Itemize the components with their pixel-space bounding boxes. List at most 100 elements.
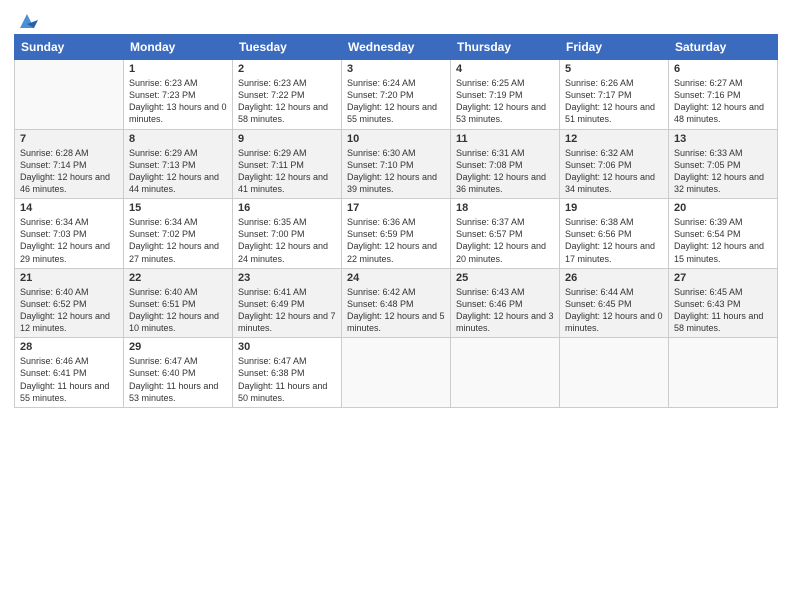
day-info: Sunrise: 6:33 AM Sunset: 7:05 PM Dayligh… [674, 147, 772, 196]
calendar-cell: 12 Sunrise: 6:32 AM Sunset: 7:06 PM Dayli… [560, 129, 669, 199]
calendar-cell: 30Sunrise: 6:47 AM Sunset: 6:38 PM Dayli… [233, 338, 342, 408]
calendar-cell: 11 Sunrise: 6:31 AM Sunset: 7:08 PM Dayli… [451, 129, 560, 199]
logo [14, 10, 38, 28]
calendar-cell [560, 338, 669, 408]
week-row-2: 7 Sunrise: 6:28 AM Sunset: 7:14 PM Daylig… [15, 129, 778, 199]
day-info: Sunrise: 6:32 AM Sunset: 7:06 PM Dayligh… [565, 147, 663, 196]
calendar-cell: 18 Sunrise: 6:37 AM Sunset: 6:57 PM Dayli… [451, 199, 560, 269]
calendar-cell: 4 Sunrise: 6:25 AM Sunset: 7:19 PM Daylig… [451, 60, 560, 130]
calendar-cell: 27 Sunrise: 6:45 AM Sunset: 6:43 PM Dayli… [669, 268, 778, 338]
day-info: Sunrise: 6:24 AM Sunset: 7:20 PM Dayligh… [347, 77, 445, 126]
calendar-cell: 16 Sunrise: 6:35 AM Sunset: 7:00 PM Dayli… [233, 199, 342, 269]
calendar-cell: 28 Sunrise: 6:46 AM Sunset: 6:41 PM Dayli… [15, 338, 124, 408]
day-number: 18 [456, 202, 554, 214]
day-number: 4 [456, 63, 554, 75]
calendar-cell [342, 338, 451, 408]
day-number: 12 [565, 133, 663, 145]
day-info: Sunrise: 6:27 AM Sunset: 7:16 PM Dayligh… [674, 77, 772, 126]
calendar-cell: 15Sunrise: 6:34 AM Sunset: 7:02 PM Dayli… [124, 199, 233, 269]
day-info: Sunrise: 6:39 AM Sunset: 6:54 PM Dayligh… [674, 216, 772, 265]
calendar: SundayMondayTuesdayWednesdayThursdayFrid… [14, 34, 778, 408]
calendar-cell [451, 338, 560, 408]
page: SundayMondayTuesdayWednesdayThursdayFrid… [0, 0, 792, 612]
week-row-1: 1 Sunrise: 6:23 AM Sunset: 7:23 PM Daylig… [15, 60, 778, 130]
calendar-cell: 1 Sunrise: 6:23 AM Sunset: 7:23 PM Daylig… [124, 60, 233, 130]
day-info: Sunrise: 6:42 AM Sunset: 6:48 PM Dayligh… [347, 286, 445, 335]
day-number: 24 [347, 272, 445, 284]
calendar-cell: 6 Sunrise: 6:27 AM Sunset: 7:16 PM Daylig… [669, 60, 778, 130]
day-number: 10 [347, 133, 445, 145]
day-number: 5 [565, 63, 663, 75]
day-number: 26 [565, 272, 663, 284]
day-info: Sunrise: 6:31 AM Sunset: 7:08 PM Dayligh… [456, 147, 554, 196]
day-number: 2 [238, 63, 336, 75]
calendar-cell: 9 Sunrise: 6:29 AM Sunset: 7:11 PM Daylig… [233, 129, 342, 199]
day-number: 1 [129, 63, 227, 75]
weekday-header-thursday: Thursday [451, 35, 560, 60]
day-number: 22 [129, 272, 227, 284]
day-number: 21 [20, 272, 118, 284]
day-info: Sunrise: 6:23 AM Sunset: 7:23 PM Dayligh… [129, 77, 227, 126]
day-info: Sunrise: 6:34 AM Sunset: 7:03 PM Dayligh… [20, 216, 118, 265]
day-info: Sunrise: 6:40 AM Sunset: 6:51 PM Dayligh… [129, 286, 227, 335]
day-number: 9 [238, 133, 336, 145]
weekday-header-tuesday: Tuesday [233, 35, 342, 60]
day-number: 11 [456, 133, 554, 145]
day-info: Sunrise: 6:45 AM Sunset: 6:43 PM Dayligh… [674, 286, 772, 335]
day-number: 28 [20, 341, 118, 353]
calendar-cell: 29 Sunrise: 6:47 AM Sunset: 6:40 PM Dayli… [124, 338, 233, 408]
day-number: 25 [456, 272, 554, 284]
day-info: Sunrise: 6:28 AM Sunset: 7:14 PM Dayligh… [20, 147, 118, 196]
day-info: Sunrise: 6:47 AM Sunset: 6:40 PM Dayligh… [129, 355, 227, 404]
calendar-cell: 7 Sunrise: 6:28 AM Sunset: 7:14 PM Daylig… [15, 129, 124, 199]
weekday-header-saturday: Saturday [669, 35, 778, 60]
logo-icon [16, 10, 38, 32]
week-row-5: 28 Sunrise: 6:46 AM Sunset: 6:41 PM Dayli… [15, 338, 778, 408]
day-number: 29 [129, 341, 227, 353]
day-info: Sunrise: 6:47 AM Sunset: 6:38 PM Dayligh… [238, 355, 336, 404]
day-info: Sunrise: 6:35 AM Sunset: 7:00 PM Dayligh… [238, 216, 336, 265]
calendar-cell: 25Sunrise: 6:43 AM Sunset: 6:46 PM Dayli… [451, 268, 560, 338]
day-info: Sunrise: 6:25 AM Sunset: 7:19 PM Dayligh… [456, 77, 554, 126]
day-number: 16 [238, 202, 336, 214]
day-number: 14 [20, 202, 118, 214]
day-info: Sunrise: 6:40 AM Sunset: 6:52 PM Dayligh… [20, 286, 118, 335]
day-info: Sunrise: 6:38 AM Sunset: 6:56 PM Dayligh… [565, 216, 663, 265]
day-info: Sunrise: 6:29 AM Sunset: 7:11 PM Dayligh… [238, 147, 336, 196]
day-number: 7 [20, 133, 118, 145]
calendar-cell: 3 Sunrise: 6:24 AM Sunset: 7:20 PM Daylig… [342, 60, 451, 130]
calendar-cell: 20 Sunrise: 6:39 AM Sunset: 6:54 PM Dayli… [669, 199, 778, 269]
day-info: Sunrise: 6:46 AM Sunset: 6:41 PM Dayligh… [20, 355, 118, 404]
header [14, 10, 778, 28]
day-number: 6 [674, 63, 772, 75]
week-row-4: 21 Sunrise: 6:40 AM Sunset: 6:52 PM Dayli… [15, 268, 778, 338]
calendar-cell: 14 Sunrise: 6:34 AM Sunset: 7:03 PM Dayli… [15, 199, 124, 269]
day-info: Sunrise: 6:26 AM Sunset: 7:17 PM Dayligh… [565, 77, 663, 126]
day-number: 20 [674, 202, 772, 214]
day-info: Sunrise: 6:29 AM Sunset: 7:13 PM Dayligh… [129, 147, 227, 196]
day-info: Sunrise: 6:44 AM Sunset: 6:45 PM Dayligh… [565, 286, 663, 335]
calendar-cell [15, 60, 124, 130]
calendar-cell: 21 Sunrise: 6:40 AM Sunset: 6:52 PM Dayli… [15, 268, 124, 338]
weekday-header-sunday: Sunday [15, 35, 124, 60]
day-info: Sunrise: 6:41 AM Sunset: 6:49 PM Dayligh… [238, 286, 336, 335]
calendar-cell: 19 Sunrise: 6:38 AM Sunset: 6:56 PM Dayli… [560, 199, 669, 269]
calendar-cell [669, 338, 778, 408]
calendar-cell: 17 Sunrise: 6:36 AM Sunset: 6:59 PM Dayli… [342, 199, 451, 269]
day-number: 8 [129, 133, 227, 145]
day-number: 27 [674, 272, 772, 284]
calendar-cell: 10 Sunrise: 6:30 AM Sunset: 7:10 PM Dayli… [342, 129, 451, 199]
day-info: Sunrise: 6:36 AM Sunset: 6:59 PM Dayligh… [347, 216, 445, 265]
weekday-header-monday: Monday [124, 35, 233, 60]
day-number: 17 [347, 202, 445, 214]
day-number: 19 [565, 202, 663, 214]
calendar-cell: 26 Sunrise: 6:44 AM Sunset: 6:45 PM Dayli… [560, 268, 669, 338]
day-number: 13 [674, 133, 772, 145]
weekday-header-row: SundayMondayTuesdayWednesdayThursdayFrid… [15, 35, 778, 60]
day-number: 3 [347, 63, 445, 75]
calendar-cell: 8 Sunrise: 6:29 AM Sunset: 7:13 PM Daylig… [124, 129, 233, 199]
day-info: Sunrise: 6:30 AM Sunset: 7:10 PM Dayligh… [347, 147, 445, 196]
calendar-cell: 24 Sunrise: 6:42 AM Sunset: 6:48 PM Dayli… [342, 268, 451, 338]
day-info: Sunrise: 6:37 AM Sunset: 6:57 PM Dayligh… [456, 216, 554, 265]
day-info: Sunrise: 6:23 AM Sunset: 7:22 PM Dayligh… [238, 77, 336, 126]
